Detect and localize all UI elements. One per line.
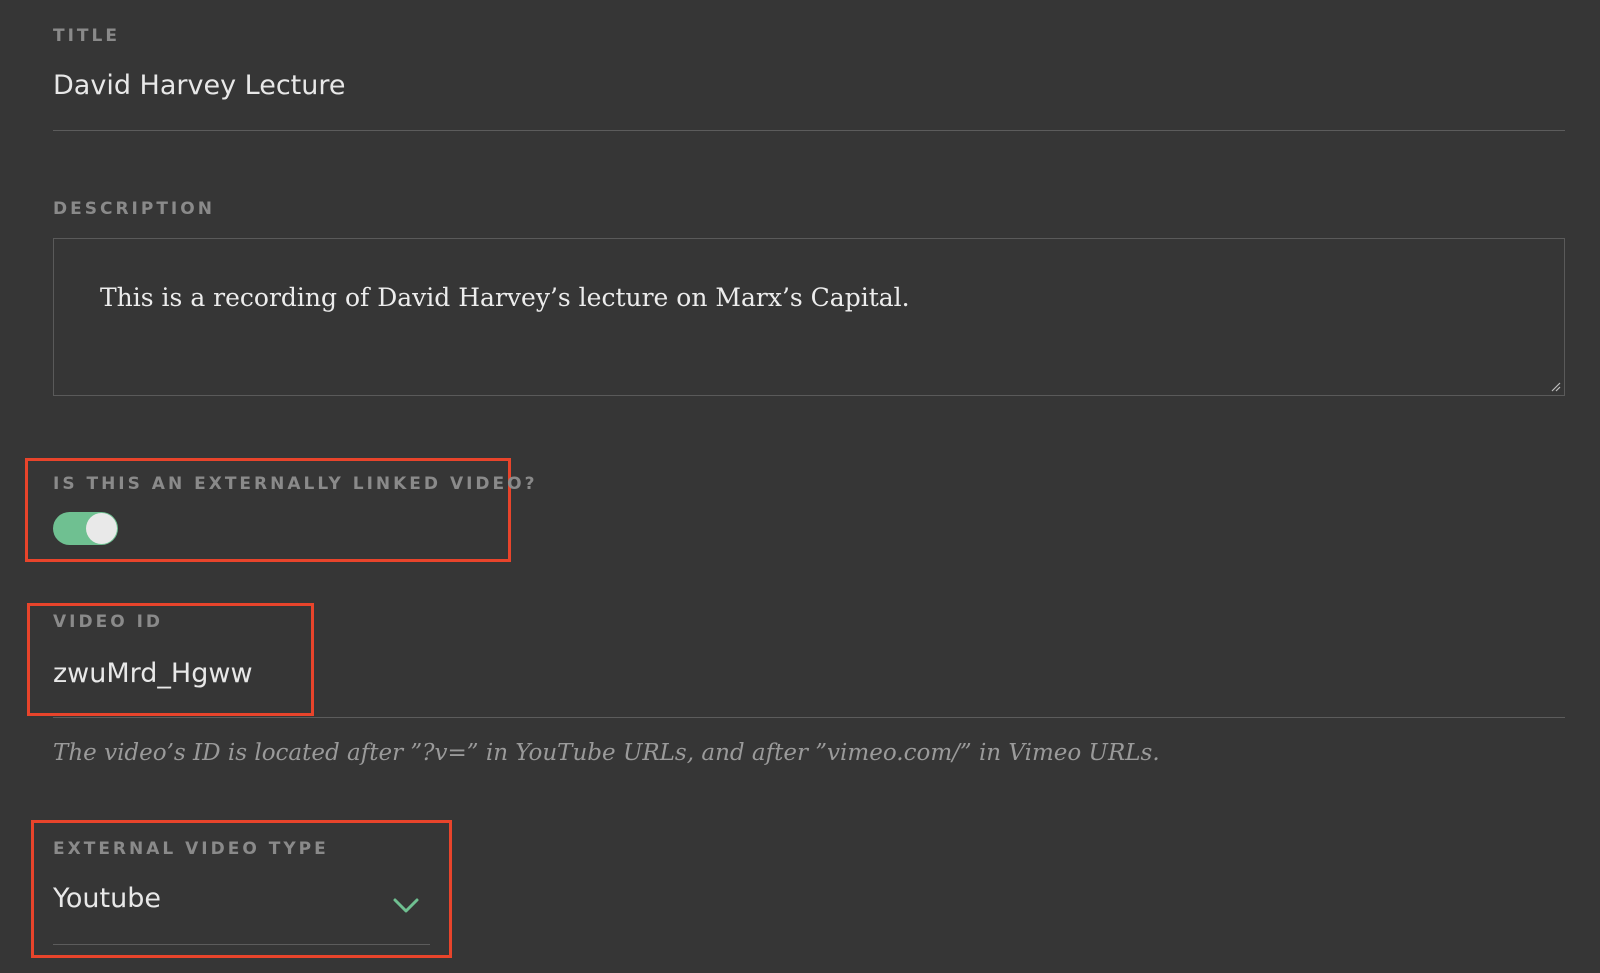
external-link-label: IS THIS AN EXTERNALLY LINKED VIDEO?: [53, 474, 538, 494]
video-type-underline: [53, 944, 430, 945]
video-id-hint: The video’s ID is located after ”?v=” in…: [53, 740, 1160, 766]
description-label: DESCRIPTION: [53, 199, 215, 219]
title-input[interactable]: David Harvey Lecture: [53, 70, 345, 101]
video-id-underline: [53, 717, 1565, 718]
description-textarea[interactable]: This is a recording of David Harvey’s le…: [53, 238, 1565, 396]
toggle-knob: [86, 513, 117, 544]
video-type-select-value[interactable]: Youtube: [53, 883, 161, 914]
description-text: This is a recording of David Harvey’s le…: [100, 283, 910, 312]
title-underline: [53, 130, 1565, 131]
resize-grip-icon[interactable]: [1551, 382, 1561, 392]
chevron-down-icon[interactable]: [392, 896, 420, 914]
video-id-input[interactable]: zwuMrd_Hgww: [53, 658, 253, 689]
video-type-label: EXTERNAL VIDEO TYPE: [53, 839, 329, 859]
video-id-label: VIDEO ID: [53, 612, 164, 632]
title-label: TITLE: [53, 26, 120, 46]
external-link-toggle[interactable]: [53, 512, 118, 545]
